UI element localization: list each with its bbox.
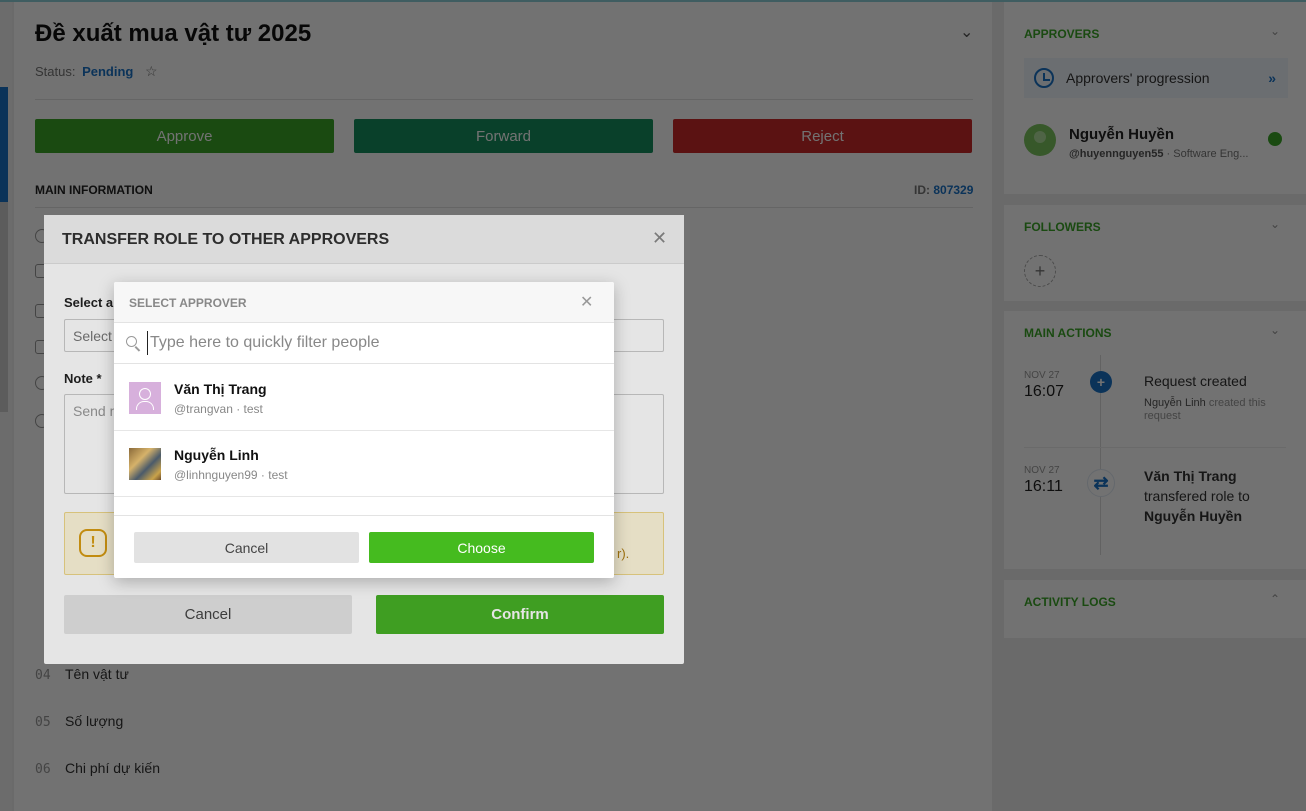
person-item[interactable]: Nguyễn Linh @linhnguyen99 · test: [114, 431, 614, 497]
select-dialog-footer: Cancel Choose: [114, 515, 614, 578]
person-name: Văn Thị Trang: [174, 381, 267, 397]
user-avatar-icon: [129, 382, 161, 414]
avatar: [129, 448, 161, 480]
select-approver-dialog: SELECT APPROVER ✕ Văn Thị Trang @trangva…: [114, 282, 614, 578]
choose-button[interactable]: Choose: [369, 532, 594, 563]
select-dialog-header: SELECT APPROVER ✕: [114, 282, 614, 323]
person-name: Nguyễn Linh: [174, 447, 259, 463]
select-dialog-title: SELECT APPROVER: [129, 296, 247, 310]
person-item[interactable]: Văn Thị Trang @trangvan · test: [114, 365, 614, 431]
close-icon[interactable]: ✕: [580, 292, 593, 312]
person-meta: @trangvan · test: [174, 402, 263, 416]
people-search: [114, 323, 614, 364]
cancel-button[interactable]: Cancel: [134, 532, 359, 563]
people-filter-input[interactable]: [147, 331, 597, 355]
person-meta: @linhnguyen99 · test: [174, 468, 288, 482]
search-icon: [126, 336, 137, 347]
